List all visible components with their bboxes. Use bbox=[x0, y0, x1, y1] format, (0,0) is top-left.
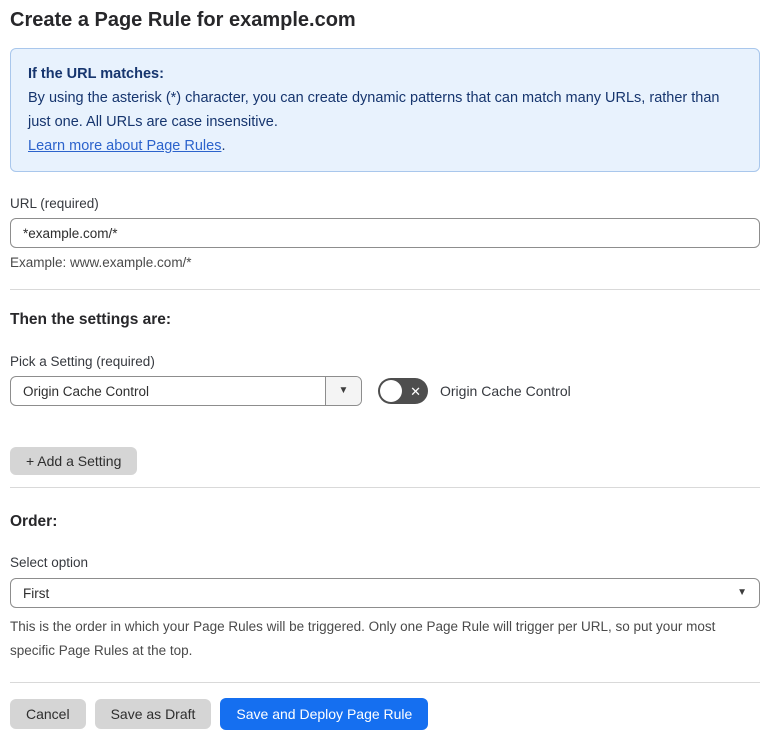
toggle-knob bbox=[380, 380, 402, 402]
setting-select-arrow-button[interactable]: ▼ bbox=[325, 377, 361, 405]
chevron-down-icon: ▼ bbox=[338, 385, 349, 396]
url-match-info-box: If the URL matches: By using the asteris… bbox=[10, 48, 760, 172]
order-helper-text: This is the order in which your Page Rul… bbox=[10, 619, 716, 658]
learn-more-link[interactable]: Learn more about Page Rules bbox=[28, 138, 221, 154]
settings-section-heading: Then the settings are: bbox=[10, 311, 172, 328]
order-select[interactable]: First ▼ bbox=[10, 578, 760, 608]
footer-actions: Cancel Save as Draft Save and Deploy Pag… bbox=[10, 698, 760, 730]
url-input[interactable] bbox=[10, 218, 760, 248]
toggle-off-x-icon: ✕ bbox=[410, 383, 421, 399]
divider bbox=[10, 289, 760, 290]
url-example-helper: Example: www.example.com/* bbox=[10, 255, 192, 270]
order-select-value: First bbox=[23, 585, 50, 601]
order-select-label: Select option bbox=[10, 555, 89, 570]
divider bbox=[10, 682, 760, 683]
info-box-body: By using the asterisk (*) character, you… bbox=[28, 90, 720, 130]
setting-select[interactable]: Origin Cache Control ▼ bbox=[10, 376, 362, 406]
chevron-down-icon: ▼ bbox=[737, 587, 747, 598]
page-title: Create a Page Rule for example.com bbox=[10, 9, 356, 31]
add-setting-button[interactable]: + Add a Setting bbox=[10, 447, 138, 475]
info-box-heading: If the URL matches: bbox=[28, 66, 164, 82]
setting-row: Origin Cache Control ▼ ✕ Origin Cache Co… bbox=[10, 376, 760, 406]
cancel-button[interactable]: Cancel bbox=[10, 699, 86, 729]
save-and-deploy-button[interactable]: Save and Deploy Page Rule bbox=[220, 698, 429, 730]
origin-cache-control-toggle[interactable]: ✕ bbox=[378, 378, 428, 404]
setting-select-value: Origin Cache Control bbox=[23, 383, 150, 399]
url-field-label: URL (required) bbox=[10, 196, 99, 211]
link-period: . bbox=[221, 138, 226, 154]
divider bbox=[10, 487, 760, 488]
save-as-draft-button[interactable]: Save as Draft bbox=[94, 699, 212, 729]
order-section-heading: Order: bbox=[10, 513, 58, 530]
toggle-label: Origin Cache Control bbox=[440, 383, 571, 399]
info-box-link-line: Learn more about Page Rules. bbox=[28, 134, 742, 158]
pick-setting-label: Pick a Setting (required) bbox=[10, 354, 155, 369]
